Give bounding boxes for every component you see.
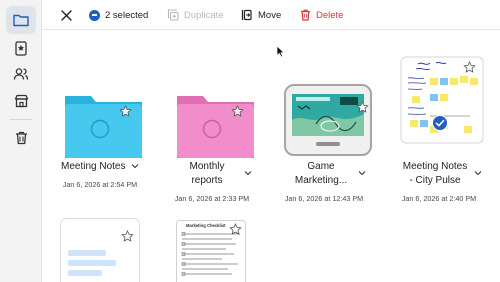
- board-thumbnail: [284, 84, 372, 156]
- close-icon: [61, 9, 72, 21]
- sidebar-divider: [10, 119, 32, 120]
- item-date: Jan 6, 2026 at 12:43 PM: [284, 194, 364, 203]
- star-icon[interactable]: [119, 105, 132, 118]
- move-button[interactable]: Move: [241, 6, 281, 24]
- chevron-down-icon[interactable]: [131, 163, 139, 169]
- selection-count[interactable]: 2 selected: [89, 6, 148, 24]
- item-name[interactable]: Monthly reports: [177, 160, 237, 188]
- close-selection-button[interactable]: [61, 6, 72, 24]
- item-card[interactable]: [60, 218, 140, 282]
- move-icon: [241, 9, 252, 21]
- move-label: Move: [258, 9, 282, 21]
- duplicate-label: Duplicate: [184, 9, 224, 21]
- item-card[interactable]: Marketing Checklist: [176, 220, 246, 282]
- item-date: Jan 6, 2026 at 2:33 PM: [174, 194, 250, 203]
- delete-button[interactable]: Delete: [300, 6, 343, 24]
- star-icon[interactable]: [229, 223, 242, 236]
- chevron-down-icon[interactable]: [358, 170, 366, 176]
- deselect-icon: [89, 9, 100, 21]
- duplicate-button[interactable]: Duplicate: [167, 6, 224, 24]
- people-icon: [13, 68, 29, 80]
- star-icon[interactable]: [231, 105, 244, 118]
- trash-icon: [301, 9, 310, 21]
- item-card[interactable]: Monthly reports Jan 6, 2026 at 2:33 PM: [169, 76, 269, 203]
- star-icon[interactable]: [356, 101, 369, 114]
- item-card[interactable]: Game Marketing... Jan 6, 2026 at 12:43 P…: [282, 76, 382, 203]
- star-icon[interactable]: [121, 230, 134, 243]
- sidebar-item-templates[interactable]: [6, 34, 36, 62]
- folder-icon: [13, 14, 29, 27]
- sidebar-item-store[interactable]: [6, 87, 36, 115]
- item-card-selected[interactable]: Meeting Notes - City Pulse Jan 6, 2026 a…: [394, 52, 494, 203]
- item-name[interactable]: Meeting Notes - City Pulse: [398, 160, 472, 188]
- delete-label: Delete: [316, 9, 344, 21]
- mouse-cursor-icon: [276, 45, 285, 58]
- sidebar-item-files[interactable]: [6, 6, 36, 34]
- item-card[interactable]: Meeting Notes Jan 6, 2026 at 2:54 PM: [57, 76, 157, 194]
- item-date: Jan 6, 2026 at 2:54 PM: [62, 180, 138, 189]
- store-icon: [14, 94, 28, 108]
- selection-toolbar: 2 selected Duplicate Move Delete: [42, 0, 500, 30]
- item-date: Jan 6, 2026 at 2:40 PM: [401, 194, 477, 203]
- selection-count-label: 2 selected: [105, 9, 149, 21]
- trash-icon: [15, 131, 27, 145]
- chevron-down-icon[interactable]: [244, 170, 252, 176]
- duplicate-icon: [167, 9, 179, 21]
- star-icon[interactable]: [463, 61, 476, 74]
- folder-thumbnail-blue: [65, 96, 142, 158]
- document-thumbnail: [60, 218, 140, 282]
- chevron-down-icon[interactable]: [474, 170, 482, 176]
- selected-check-icon[interactable]: [432, 115, 448, 131]
- folder-thumbnail-pink: [177, 96, 254, 158]
- sidebar-item-trash[interactable]: [6, 124, 36, 152]
- item-name[interactable]: Game Marketing...: [286, 160, 356, 188]
- bookmark-icon: [15, 40, 27, 56]
- sidebar: [0, 0, 42, 282]
- sidebar-item-shared[interactable]: [6, 60, 36, 88]
